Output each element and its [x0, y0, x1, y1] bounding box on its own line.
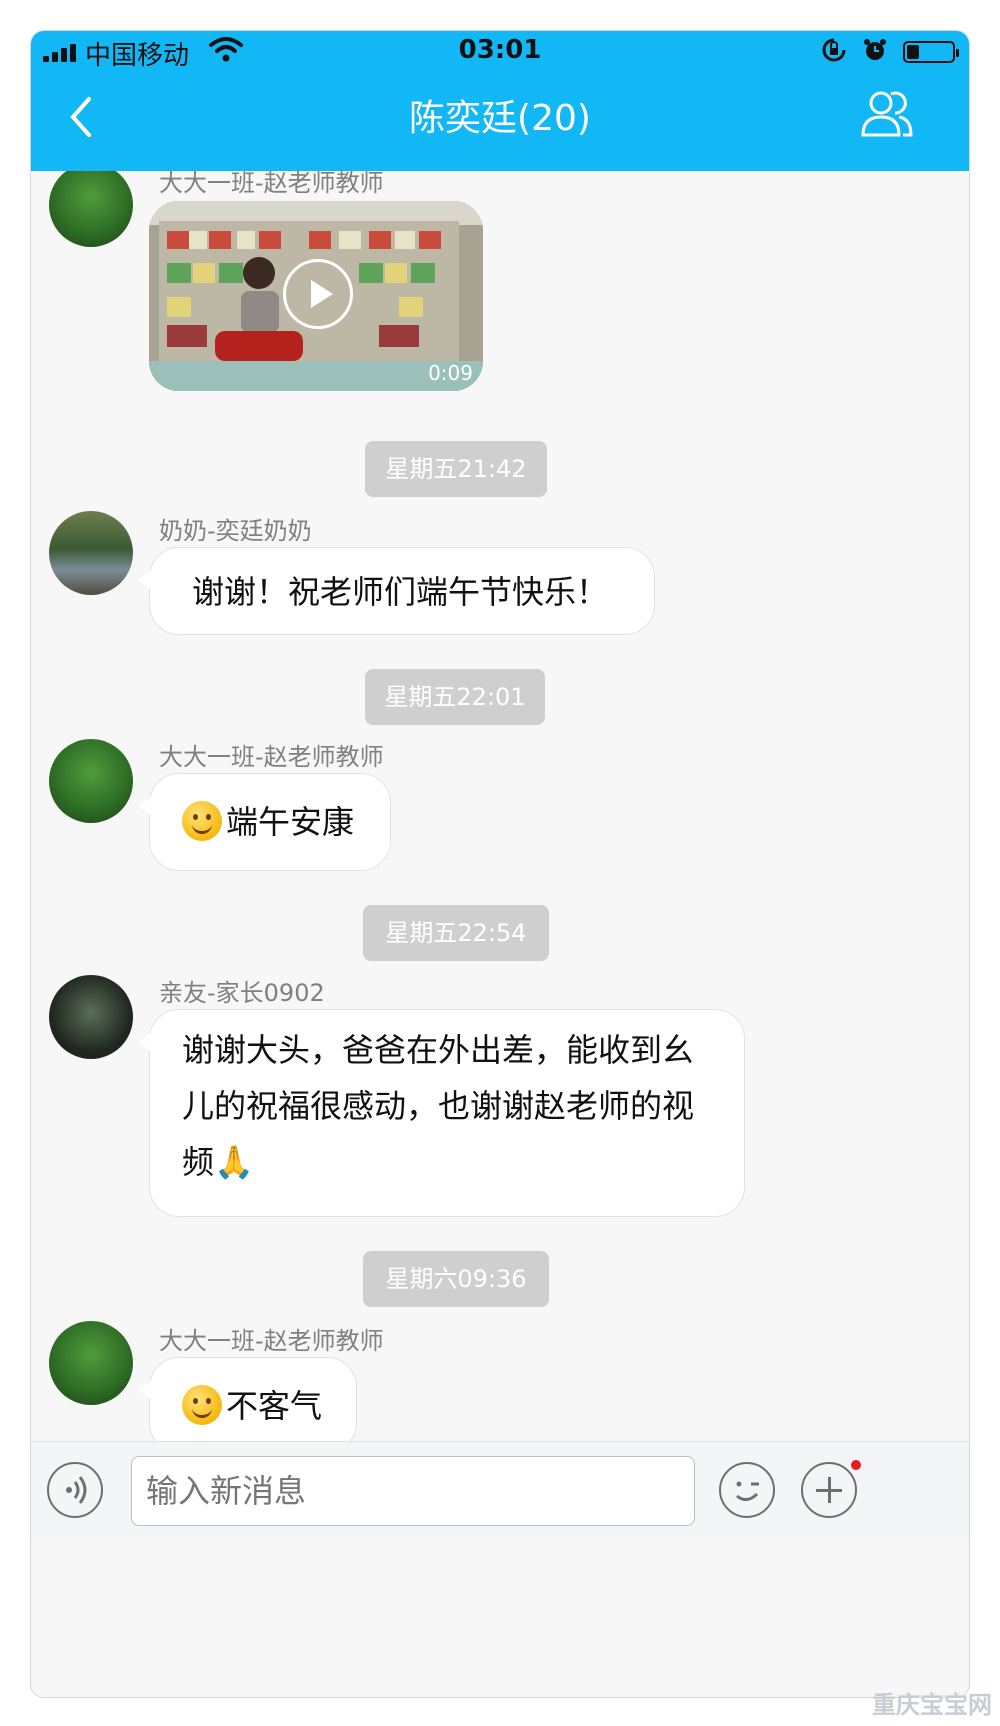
sender-name: 大大一班-赵老师教师: [159, 1327, 384, 1355]
message-input[interactable]: [131, 1456, 695, 1526]
message-bubble[interactable]: 谢谢！祝老师们端午节快乐！: [138, 547, 655, 635]
message-bubble[interactable]: 端午安康: [138, 773, 391, 871]
battery-icon: [903, 41, 959, 63]
timestamp: 星期五22:01: [365, 669, 545, 725]
smile-emoji: [182, 1385, 222, 1425]
avatar[interactable]: [49, 511, 133, 595]
input-bar: [31, 1441, 969, 1538]
message-input-field[interactable]: [132, 1457, 694, 1525]
nav-bar: 陈奕廷(20): [31, 77, 969, 171]
voice-button[interactable]: [47, 1462, 103, 1518]
message-list[interactable]: 大大一班-赵老师教师 0:09 星期五21:42 奶奶-奕廷奶奶 谢谢！祝老师们…: [31, 171, 969, 1617]
alarm-icon: [862, 37, 888, 67]
sender-name: 亲友-家长0902: [159, 979, 325, 1007]
sender-name: 奶奶-奕廷奶奶: [159, 517, 312, 545]
chat-title: 陈奕廷(20): [409, 98, 591, 139]
smirk-smile-emoji: [182, 801, 222, 841]
message-text: 不客气: [226, 1387, 323, 1425]
message-bubble[interactable]: 不客气: [138, 1357, 357, 1453]
timestamp: 星期五21:42: [365, 441, 547, 497]
timestamp: 星期六09:36: [363, 1251, 549, 1307]
play-button[interactable]: [283, 259, 353, 329]
status-bar: 中国移动 03:01: [31, 31, 969, 71]
watermark-logo: 重庆宝宝网: [872, 1691, 992, 1719]
unread-dot: [851, 1460, 861, 1470]
message-text-line: 频: [182, 1143, 215, 1181]
folded-hands-emoji: 🙏: [214, 1143, 254, 1181]
orientation-lock-icon: [821, 37, 847, 67]
avatar[interactable]: [49, 1321, 133, 1405]
sender-name: 大大一班-赵老师教师: [159, 171, 384, 197]
group-members-icon[interactable]: [859, 87, 915, 139]
avatar[interactable]: [49, 171, 133, 247]
phone-screen: 中国移动 03:01 陈奕廷(20) 大大一班-赵老师教师 0:09 星期五21…: [30, 30, 970, 1698]
message-bubble[interactable]: 谢谢大头，爸爸在外出差，能收到幺 儿的祝福很感动，也谢谢赵老师的视 频🙏: [138, 1009, 745, 1217]
avatar[interactable]: [49, 739, 133, 823]
video-duration: 0:09: [428, 361, 473, 385]
more-button[interactable]: [801, 1462, 857, 1518]
timestamp: 星期五22:54: [363, 905, 549, 961]
message-text: 端午安康: [226, 803, 355, 841]
voice-icon: [66, 1476, 87, 1504]
emoji-button[interactable]: [719, 1462, 775, 1518]
message-text-line: 儿的祝福很感动，也谢谢赵老师的视: [182, 1087, 695, 1125]
avatar[interactable]: [49, 975, 133, 1059]
video-message[interactable]: 0:09: [149, 201, 483, 391]
top-bar: 中国移动 03:01 陈奕廷(20): [31, 31, 969, 171]
emoji-icon: [736, 1481, 759, 1501]
message-text: 谢谢！祝老师们端午节快乐！: [192, 573, 609, 611]
status-right: [811, 37, 959, 67]
message-text-line: 谢谢大头，爸爸在外出差，能收到幺: [182, 1031, 695, 1069]
sender-name: 大大一班-赵老师教师: [159, 743, 384, 771]
